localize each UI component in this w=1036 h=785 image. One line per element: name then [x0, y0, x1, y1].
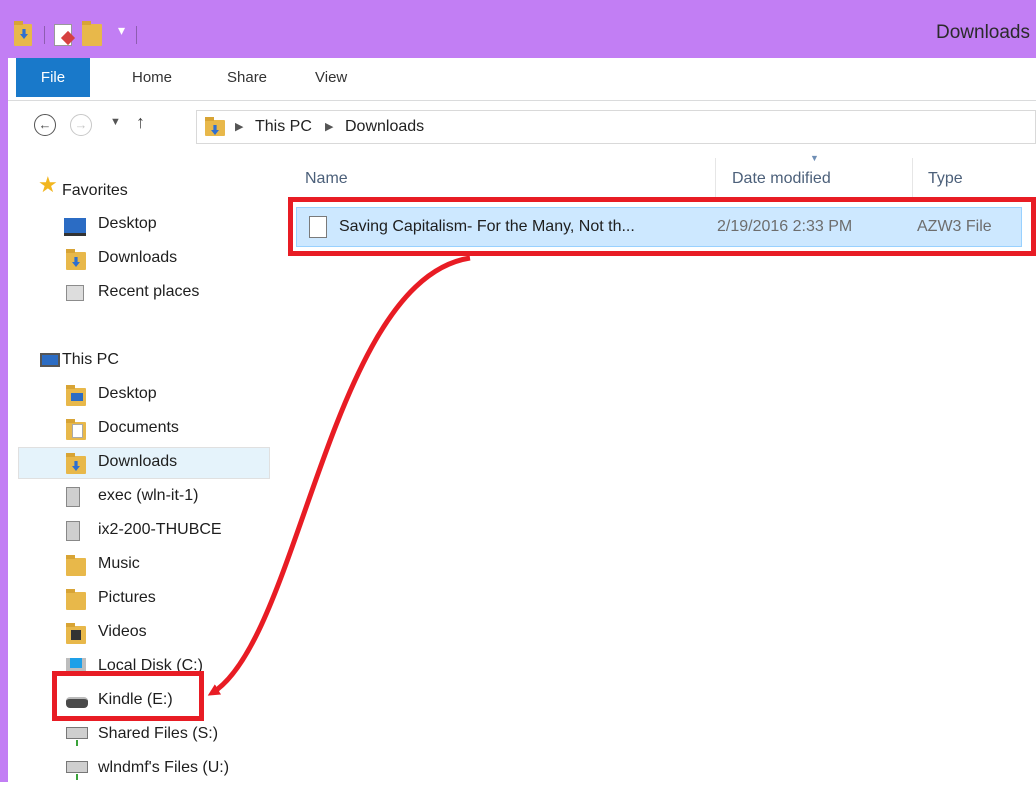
- nav-this-pc-label: This PC: [62, 351, 119, 368]
- nav-favorites-recent-places[interactable]: Recent places: [18, 277, 270, 309]
- nav-item-label: Shared Files (S:): [98, 725, 219, 742]
- nav-item-label: Recent places: [98, 283, 200, 300]
- nav-favorites-desktop[interactable]: Desktop: [18, 209, 270, 241]
- chevron-right-icon[interactable]: ▶: [325, 120, 333, 133]
- desktop-icon: [64, 218, 86, 236]
- nav-item-label: Downloads: [98, 249, 178, 266]
- nav-item-label: wlndmf's Files (U:): [98, 759, 230, 776]
- nav-desktop[interactable]: Desktop: [18, 379, 270, 411]
- separator: [44, 26, 45, 44]
- up-button[interactable]: ↑: [136, 112, 145, 133]
- network-drive-icon: [66, 761, 88, 773]
- desktop-folder-icon: [66, 385, 86, 406]
- folder-icon[interactable]: [14, 21, 32, 46]
- sort-indicator-icon: ▼: [810, 153, 819, 163]
- recent-places-icon: [66, 285, 84, 301]
- nav-exec-share[interactable]: exec (wln-it-1): [18, 481, 270, 513]
- network-drive-icon: [66, 487, 80, 507]
- column-header-type[interactable]: Type: [928, 170, 963, 188]
- downloads-folder-icon: [66, 249, 86, 270]
- network-link-icon: [76, 774, 78, 780]
- nav-item-label: Desktop: [98, 215, 157, 232]
- pictures-folder-icon: [66, 589, 86, 610]
- ribbon-tabs: File Home Share View: [8, 58, 1036, 101]
- new-folder-icon[interactable]: [82, 21, 102, 46]
- star-icon: ★: [38, 172, 58, 197]
- tab-home[interactable]: Home: [132, 58, 172, 97]
- nav-item-label: Desktop: [98, 385, 157, 402]
- nav-downloads[interactable]: Downloads: [18, 447, 270, 479]
- videos-folder-icon: [66, 623, 86, 644]
- network-drive-icon: [66, 521, 80, 541]
- nav-documents[interactable]: Documents: [18, 413, 270, 445]
- nav-ix2-share[interactable]: ix2-200-THUBCE: [18, 515, 270, 547]
- column-header-date-modified[interactable]: Date modified: [732, 170, 831, 188]
- nav-user-files-u[interactable]: wlndmf's Files (U:): [18, 753, 270, 785]
- column-divider[interactable]: [715, 158, 716, 198]
- nav-item-label: ix2-200-THUBCE: [98, 521, 222, 538]
- window-title: Downloads: [936, 22, 1030, 43]
- annotation-highlight-file: [288, 197, 1036, 256]
- nav-item-label: Documents: [98, 419, 179, 436]
- back-button[interactable]: ←: [34, 114, 56, 136]
- network-link-icon: [76, 740, 78, 746]
- nav-favorites[interactable]: ★ Favorites: [18, 173, 270, 205]
- nav-shared-files-s[interactable]: Shared Files (S:): [18, 719, 270, 751]
- nav-pictures[interactable]: Pictures: [18, 583, 270, 615]
- annotation-highlight-kindle: [52, 671, 204, 721]
- music-folder-icon: [66, 555, 86, 576]
- tab-file[interactable]: File: [16, 58, 90, 97]
- recent-locations-dropdown[interactable]: ▼: [110, 116, 121, 128]
- forward-button[interactable]: →: [70, 114, 92, 136]
- column-divider[interactable]: [912, 158, 913, 198]
- tab-share[interactable]: Share: [227, 58, 267, 97]
- nav-item-label: exec (wln-it-1): [98, 487, 199, 504]
- customize-quick-access-icon[interactable]: ▾: [118, 22, 125, 39]
- chevron-right-icon[interactable]: ▶: [235, 120, 243, 133]
- nav-item-label: Downloads: [98, 453, 178, 470]
- computer-icon: [40, 353, 60, 367]
- documents-folder-icon: [66, 419, 86, 440]
- nav-music[interactable]: Music: [18, 549, 270, 581]
- nav-item-label: Videos: [98, 623, 147, 640]
- title-bar: ▾ Downloads: [0, 0, 1036, 58]
- properties-icon[interactable]: [54, 24, 76, 46]
- nav-favorites-label: Favorites: [62, 182, 128, 199]
- nav-item-label: Pictures: [98, 589, 156, 606]
- network-drive-icon: [66, 727, 88, 739]
- nav-item-label: Music: [98, 555, 140, 572]
- nav-this-pc[interactable]: This PC: [18, 345, 270, 377]
- address-bar: ← → ▼ ↑ ▶ This PC ▶ Downloads: [8, 104, 1036, 150]
- nav-videos[interactable]: Videos: [18, 617, 270, 649]
- breadcrumb-downloads[interactable]: Downloads: [345, 118, 424, 136]
- tab-view[interactable]: View: [315, 58, 347, 97]
- window-border: [0, 58, 8, 782]
- breadcrumb-this-pc[interactable]: This PC: [255, 118, 312, 136]
- address-field[interactable]: ▶ This PC ▶ Downloads: [196, 110, 1036, 144]
- column-header-name[interactable]: Name: [305, 170, 348, 188]
- separator: [136, 26, 137, 44]
- nav-favorites-downloads[interactable]: Downloads: [18, 243, 270, 275]
- downloads-folder-icon: [205, 117, 225, 136]
- downloads-folder-icon: [66, 453, 86, 474]
